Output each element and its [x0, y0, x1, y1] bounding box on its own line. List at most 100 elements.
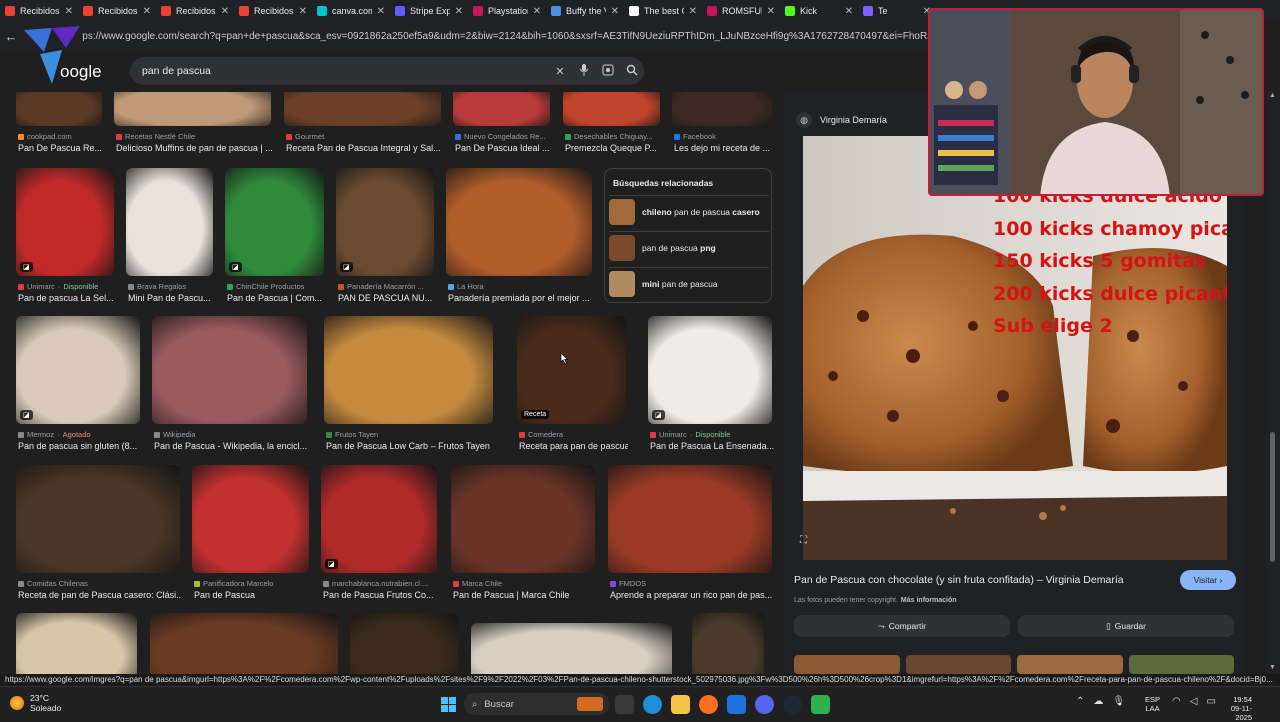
image-result[interactable]: Wikipedia Pan de Pascua - Wikipedia, la e…: [152, 316, 307, 456]
result-thumbnail[interactable]: [16, 316, 140, 424]
result-thumbnail[interactable]: [126, 168, 213, 276]
save-button[interactable]: ▯ Guardar: [1018, 615, 1234, 637]
clear-icon[interactable]: ✕: [548, 65, 572, 78]
image-result[interactable]: Facebook Les dejo mi receta de ...: [672, 92, 772, 158]
close-tab-icon[interactable]: ✕: [611, 6, 619, 17]
result-thumbnail[interactable]: [225, 168, 324, 276]
result-thumbnail[interactable]: [192, 465, 309, 573]
result-title[interactable]: Pan de Pascua Frutos Co...: [323, 590, 439, 600]
image-result[interactable]: FMDOS Aprende a preparar un rico pan de p…: [608, 465, 772, 605]
camera-search-icon[interactable]: [596, 64, 620, 79]
image-result[interactable]: La Hora Panadería premiada por el mejor .…: [446, 168, 592, 308]
result-title[interactable]: Receta para pan de pascua ...: [519, 441, 628, 451]
image-result[interactable]: Marca Chile Pan de Pascua | Marca Chile: [451, 465, 595, 605]
share-button[interactable]: ⤳ Compartir: [794, 615, 1010, 637]
image-result[interactable]: [350, 613, 458, 674]
result-thumbnail[interactable]: [16, 465, 180, 573]
related-thumb[interactable]: [905, 655, 1011, 674]
page-scrollbar[interactable]: ▲ ▼: [1266, 92, 1280, 674]
taskbar-search[interactable]: ⌕ Buscar: [464, 693, 609, 715]
browser-tab[interactable]: ROMSFUN ✕: [702, 0, 780, 22]
related-thumb[interactable]: [1017, 655, 1123, 674]
result-title[interactable]: Pan de Pascua | Com...: [227, 293, 326, 303]
result-title[interactable]: Pan de Pascua La Ensenada...: [650, 441, 774, 451]
clock[interactable]: 19:54 09-11-2025: [1228, 695, 1252, 722]
file-explorer-icon[interactable]: [671, 695, 690, 714]
result-title[interactable]: Aprende a preparar un rico pan de pas...: [610, 590, 774, 600]
search-icon[interactable]: [620, 64, 644, 79]
result-title[interactable]: Pan de pascua La Sel...: [18, 293, 116, 303]
image-result[interactable]: Desechables Chiguay... Premezcla Queque P…: [563, 92, 660, 158]
result-title[interactable]: Delicioso Muffins de pan de pascua | ...: [116, 143, 273, 153]
browser-tab[interactable]: Stripe Exp ✕: [390, 0, 468, 22]
result-title[interactable]: Pan de Pascua: [194, 590, 311, 600]
result-thumbnail[interactable]: [648, 316, 772, 424]
address-bar[interactable]: ← ps://www.google.com/search?q=pan+de+pa…: [0, 22, 930, 50]
browser-tab[interactable]: The best C ✕: [624, 0, 702, 22]
image-result[interactable]: Comidas Chilenas Receta de pan de Pascua …: [16, 465, 182, 605]
result-title[interactable]: Pan de Pascua | Marca Chile: [453, 590, 597, 600]
image-result[interactable]: [16, 613, 137, 674]
browser-tab[interactable]: Recibidos ✕: [234, 0, 312, 22]
related-search-item[interactable]: pan de pascua png: [609, 231, 769, 263]
search-input[interactable]: pan de pascua: [142, 65, 548, 77]
weather-widget[interactable]: 23°C Soleado: [10, 693, 61, 713]
result-thumbnail[interactable]: [453, 92, 550, 126]
close-tab-icon[interactable]: ✕: [299, 6, 307, 17]
result-thumbnail[interactable]: [451, 465, 595, 573]
image-result[interactable]: [150, 613, 338, 674]
result-title[interactable]: Receta Pan de Pascua Integral y Sal...: [286, 143, 443, 153]
browser-tab[interactable]: canva.com ✕: [312, 0, 390, 22]
search-box[interactable]: pan de pascua ✕: [130, 57, 644, 85]
browser-tab[interactable]: Recibidos ✕: [78, 0, 156, 22]
firefox-icon[interactable]: [699, 695, 718, 714]
related-search-item[interactable]: mini pan de pascua: [609, 267, 769, 299]
image-result[interactable]: Frutos Tayen Pan de Pascua Low Carb – Fru…: [324, 316, 493, 456]
related-thumb[interactable]: [1128, 655, 1234, 674]
result-title[interactable]: Pan de Pascua Low Carb – Frutos Tayen: [326, 441, 495, 451]
preview-title[interactable]: Pan de Pascua con chocolate (y sin fruta…: [794, 574, 1124, 586]
close-tab-icon[interactable]: ✕: [689, 6, 697, 17]
result-title[interactable]: Premezcla Queque P...: [565, 143, 662, 153]
steam-icon[interactable]: [783, 695, 802, 714]
result-thumbnail[interactable]: [152, 316, 307, 424]
result-title[interactable]: Pan de pascua sin gluten (8...: [18, 441, 142, 451]
image-result[interactable]: Receta Comedera Receta para pan de pascua …: [517, 316, 628, 456]
microphone-icon[interactable]: [572, 63, 596, 79]
preview-image[interactable]: 100 kicks dulce acido 100 kicks chamoy p…: [803, 136, 1227, 560]
image-result[interactable]: Gourmet Receta Pan de Pascua Integral y S…: [284, 92, 441, 158]
result-title[interactable]: Panadería premiada por el mejor ...: [448, 293, 594, 303]
scroll-up-icon[interactable]: ▲: [1269, 92, 1276, 99]
browser-tab[interactable]: Recibidos ✕: [156, 0, 234, 22]
app-icon[interactable]: [811, 695, 830, 714]
result-thumbnail[interactable]: [608, 465, 772, 573]
url-text[interactable]: ps://www.google.com/search?q=pan+de+pasc…: [22, 31, 930, 42]
image-result[interactable]: [471, 623, 672, 674]
lens-icon[interactable]: ⛶: [800, 535, 812, 547]
image-result[interactable]: [692, 613, 764, 674]
close-tab-icon[interactable]: ✕: [455, 6, 463, 17]
task-view-icon[interactable]: [615, 695, 634, 714]
store-icon[interactable]: [727, 695, 746, 714]
result-thumbnail[interactable]: [16, 168, 114, 276]
result-thumbnail[interactable]: [321, 465, 437, 573]
result-thumbnail[interactable]: [336, 168, 434, 276]
browser-tab[interactable]: Recibidos ✕: [0, 0, 78, 22]
close-tab-icon[interactable]: ✕: [65, 6, 73, 17]
result-thumbnail[interactable]: [114, 92, 271, 126]
related-thumb[interactable]: [794, 655, 900, 674]
scrollbar-thumb[interactable]: [1270, 432, 1275, 562]
image-result[interactable]: Recetas Nestlé Chile Delicioso Muffins de…: [114, 92, 273, 158]
result-thumbnail[interactable]: [16, 92, 102, 126]
image-result[interactable]: ◪ ChinChile Productos Pan de Pascua | Com.…: [225, 168, 324, 308]
image-result[interactable]: ◪ Unimarc · Disponible Pan de Pascua La Ense…: [648, 316, 774, 456]
close-tab-icon[interactable]: ✕: [767, 6, 775, 17]
chevron-up-icon[interactable]: ⌃: [1076, 696, 1084, 707]
result-thumbnail[interactable]: [517, 316, 626, 424]
result-title[interactable]: PAN DE PASCUA NU...: [338, 293, 436, 303]
close-tab-icon[interactable]: ✕: [221, 6, 229, 17]
result-thumbnail[interactable]: [324, 316, 493, 424]
image-result[interactable]: ◪ Mermoz · Agotado Pan de pascua sin gluten …: [16, 316, 140, 456]
close-tab-icon[interactable]: ✕: [845, 6, 853, 17]
discord-icon[interactable]: [755, 695, 774, 714]
